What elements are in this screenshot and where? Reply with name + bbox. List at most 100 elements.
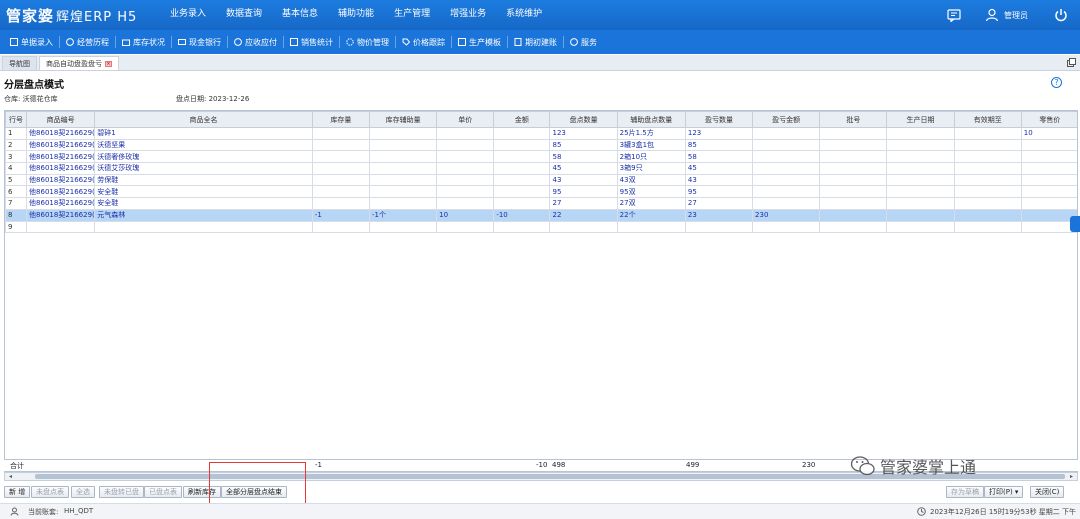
table-cell[interactable] <box>752 150 821 164</box>
toolbar-service[interactable]: 服务 <box>564 36 603 48</box>
table-row[interactable]: 1 他86018契216629(碧碎1 123 25片1.5方 123 10 <box>5 127 1077 140</box>
table-cell[interactable]: 10 <box>436 208 495 222</box>
table-cell[interactable]: 他86018契216629( <box>26 208 96 222</box>
table-cell[interactable] <box>953 220 1022 234</box>
table-cell[interactable] <box>493 220 551 234</box>
row-number-cell[interactable]: 7 <box>5 197 28 210</box>
table-row[interactable]: 8 他86018契216629(元气森林 -1 -1个 10 -10 22 22个 23 230 <box>5 208 1077 222</box>
table-cell[interactable]: -1 <box>311 208 370 222</box>
column-header[interactable]: 库存辅助量 <box>368 111 438 128</box>
table-cell[interactable] <box>752 197 821 210</box>
table-cell[interactable] <box>493 162 551 175</box>
table-cell[interactable]: 27 <box>549 197 618 210</box>
row-number-cell[interactable]: 4 <box>5 162 28 175</box>
table-cell[interactable] <box>311 127 370 140</box>
table-cell[interactable]: 劳保鞋 <box>94 173 313 187</box>
table-cell[interactable]: 碧碎1 <box>94 127 313 140</box>
toolbar-stock-status[interactable]: 库存状况 <box>116 36 172 48</box>
table-cell[interactable]: 安全鞋 <box>94 197 313 210</box>
table-cell[interactable] <box>311 162 370 175</box>
table-row[interactable]: 9 <box>5 220 1077 234</box>
toolbar-receivable-payable[interactable]: 应收应付 <box>228 36 284 48</box>
table-cell[interactable] <box>953 173 1022 187</box>
counted-rows-button[interactable]: 已盘点表 <box>144 486 182 498</box>
table-cell[interactable] <box>436 173 495 187</box>
column-header[interactable]: 批号 <box>819 111 888 128</box>
table-cell[interactable] <box>752 220 821 234</box>
column-header[interactable]: 金额 <box>493 111 551 128</box>
table-cell[interactable]: 2箱10只 <box>616 150 686 164</box>
table-cell[interactable] <box>953 162 1022 175</box>
table-cell[interactable] <box>436 197 495 210</box>
table-cell[interactable] <box>368 138 438 152</box>
table-cell[interactable]: 他86018契216629( <box>26 138 96 152</box>
column-header[interactable]: 单价 <box>436 111 495 128</box>
table-cell[interactable] <box>752 127 821 140</box>
table-cell[interactable] <box>752 162 821 175</box>
toolbar-sales-stats[interactable]: 销售统计 <box>284 36 340 48</box>
table-cell[interactable]: 43 <box>684 173 754 187</box>
table-row[interactable]: 7 他86018契216629(安全鞋 27 27双 27 <box>5 197 1077 210</box>
table-cell[interactable] <box>1020 173 1077 187</box>
column-header[interactable]: 商品编号 <box>26 111 96 128</box>
table-cell[interactable]: 45 <box>549 162 618 175</box>
table-cell[interactable] <box>819 127 888 140</box>
help-icon[interactable]: ? <box>1051 77 1062 88</box>
table-cell[interactable] <box>886 185 955 199</box>
table-cell[interactable]: 27 <box>684 197 754 210</box>
menu-aux-function[interactable]: 辅助功能 <box>328 0 384 30</box>
table-cell[interactable] <box>493 185 551 199</box>
table-cell[interactable] <box>752 138 821 152</box>
table-row[interactable]: 5 他86018契216629(劳保鞋 43 43双 43 <box>5 173 1077 187</box>
row-number-cell[interactable]: 5 <box>5 173 28 187</box>
table-cell[interactable] <box>886 162 955 175</box>
scroll-right-icon[interactable]: ▸ <box>1067 473 1076 480</box>
menu-enhanced[interactable]: 增强业务 <box>440 0 496 30</box>
column-header[interactable]: 生产日期 <box>886 111 955 128</box>
row-number-cell[interactable]: 9 <box>5 220 28 234</box>
table-cell[interactable] <box>311 185 370 199</box>
table-cell[interactable] <box>819 197 888 210</box>
column-header[interactable]: 商品全名 <box>94 111 313 128</box>
table-cell[interactable] <box>493 173 551 187</box>
uncounted-rows-button[interactable]: 未盘点表 <box>31 486 69 498</box>
table-cell[interactable]: 他86018契216629( <box>26 173 96 187</box>
table-cell[interactable] <box>819 220 888 234</box>
select-all-button[interactable]: 全选 <box>71 486 95 498</box>
table-cell[interactable] <box>368 185 438 199</box>
table-cell[interactable] <box>493 127 551 140</box>
table-cell[interactable] <box>368 127 438 140</box>
table-cell[interactable] <box>436 220 495 234</box>
menu-production[interactable]: 生产管理 <box>384 0 440 30</box>
row-number-cell[interactable]: 1 <box>5 127 28 140</box>
table-cell[interactable]: 沃德奢侈玫瑰 <box>94 150 313 164</box>
table-cell[interactable]: 他86018契216629( <box>26 127 96 140</box>
table-cell[interactable] <box>26 220 96 234</box>
menu-business-entry[interactable]: 业务录入 <box>160 0 216 30</box>
row-number-cell[interactable]: 3 <box>5 150 28 164</box>
table-cell[interactable] <box>616 220 686 234</box>
table-cell[interactable] <box>1020 197 1077 210</box>
table-cell[interactable] <box>368 150 438 164</box>
table-cell[interactable]: 123 <box>684 127 754 140</box>
table-cell[interactable]: 95 <box>549 185 618 199</box>
tab-navigation[interactable]: 导航图 <box>2 56 37 70</box>
table-cell[interactable] <box>94 220 313 234</box>
table-cell[interactable] <box>886 173 955 187</box>
table-cell[interactable] <box>311 220 370 234</box>
table-cell[interactable]: 沃德坚果 <box>94 138 313 152</box>
toolbar-business-history[interactable]: 经营历程 <box>60 36 116 48</box>
menu-system[interactable]: 系统维护 <box>496 0 552 30</box>
table-cell[interactable] <box>953 185 1022 199</box>
table-cell[interactable]: 58 <box>684 150 754 164</box>
toolbar-price-track[interactable]: 价格跟踪 <box>396 36 452 48</box>
table-cell[interactable] <box>752 185 821 199</box>
user-icon[interactable] <box>983 6 1001 24</box>
table-cell[interactable]: 他86018契216629( <box>26 185 96 199</box>
print-button[interactable]: 打印(P) ▾ <box>984 486 1024 498</box>
column-header[interactable]: 有效期至 <box>953 111 1022 128</box>
table-cell[interactable] <box>493 150 551 164</box>
row-number-cell[interactable]: 2 <box>5 138 28 152</box>
table-cell[interactable]: 95双 <box>616 185 686 199</box>
scroll-left-icon[interactable]: ◂ <box>6 473 15 480</box>
